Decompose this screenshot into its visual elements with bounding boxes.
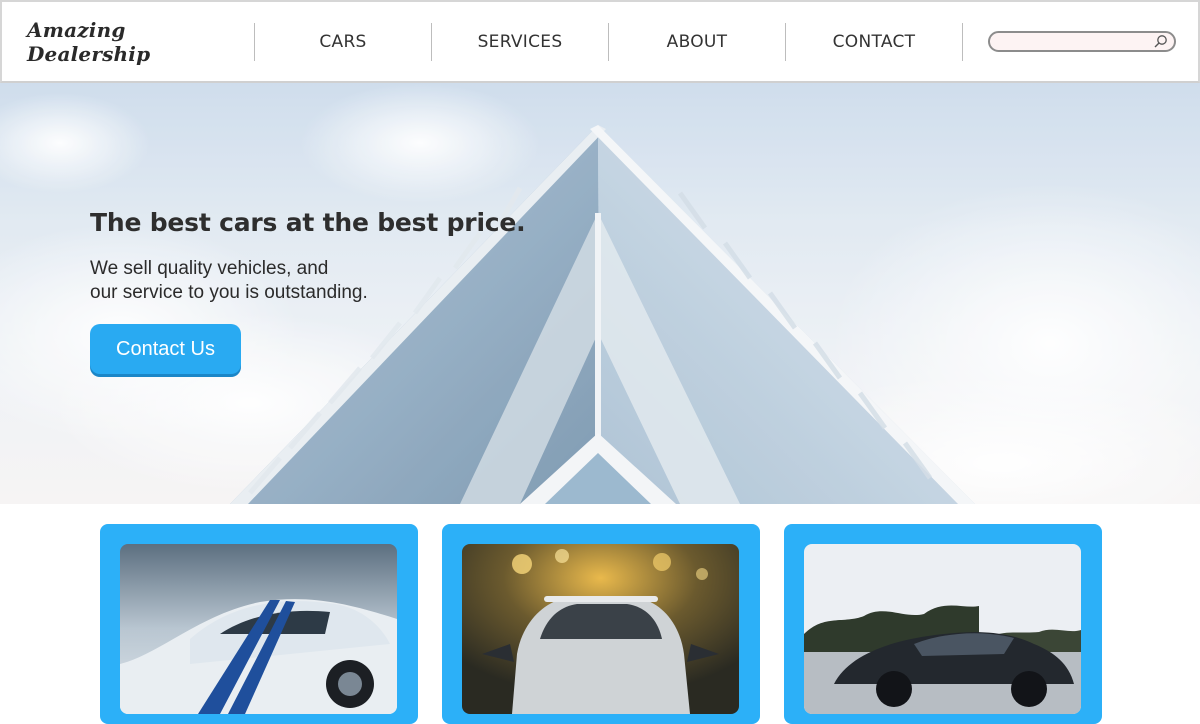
- nav-item-services[interactable]: SERVICES: [432, 22, 609, 61]
- hero-subtitle-line-1: We sell quality vehicles, and: [90, 258, 329, 279]
- search-icon[interactable]: [1153, 34, 1168, 49]
- nav-item-cars[interactable]: CARS: [255, 22, 432, 61]
- hero-section: The best cars at the best price. We sell…: [0, 83, 1200, 504]
- blue-striped-sports-car-photo: [120, 544, 397, 714]
- main-nav: CARS SERVICES ABOUT CONTACT: [255, 22, 963, 61]
- hero-content: The best cars at the best price. We sell…: [90, 208, 526, 374]
- silver-sedan-front-photo: [462, 544, 739, 714]
- hero-title: The best cars at the best price.: [90, 208, 526, 237]
- car-card-2[interactable]: [442, 524, 760, 724]
- search-input[interactable]: [998, 33, 1158, 51]
- hero-subtitle-line-2: our service to you is outstanding.: [90, 282, 368, 303]
- dark-sports-car-side-photo: [804, 544, 1081, 714]
- nav-item-contact[interactable]: CONTACT: [786, 22, 963, 61]
- car-cards: [0, 504, 1200, 724]
- brand-logo[interactable]: Amazing Dealership: [2, 18, 255, 66]
- site-header: Amazing Dealership CARS SERVICES ABOUT C…: [0, 0, 1200, 83]
- nav-item-about[interactable]: ABOUT: [609, 22, 786, 61]
- search-box: [988, 31, 1176, 52]
- car-card-1[interactable]: [100, 524, 418, 724]
- car-card-3[interactable]: [784, 524, 1102, 724]
- hero-subtitle: We sell quality vehicles, and our servic…: [90, 257, 525, 305]
- contact-us-button[interactable]: Contact Us: [90, 324, 241, 374]
